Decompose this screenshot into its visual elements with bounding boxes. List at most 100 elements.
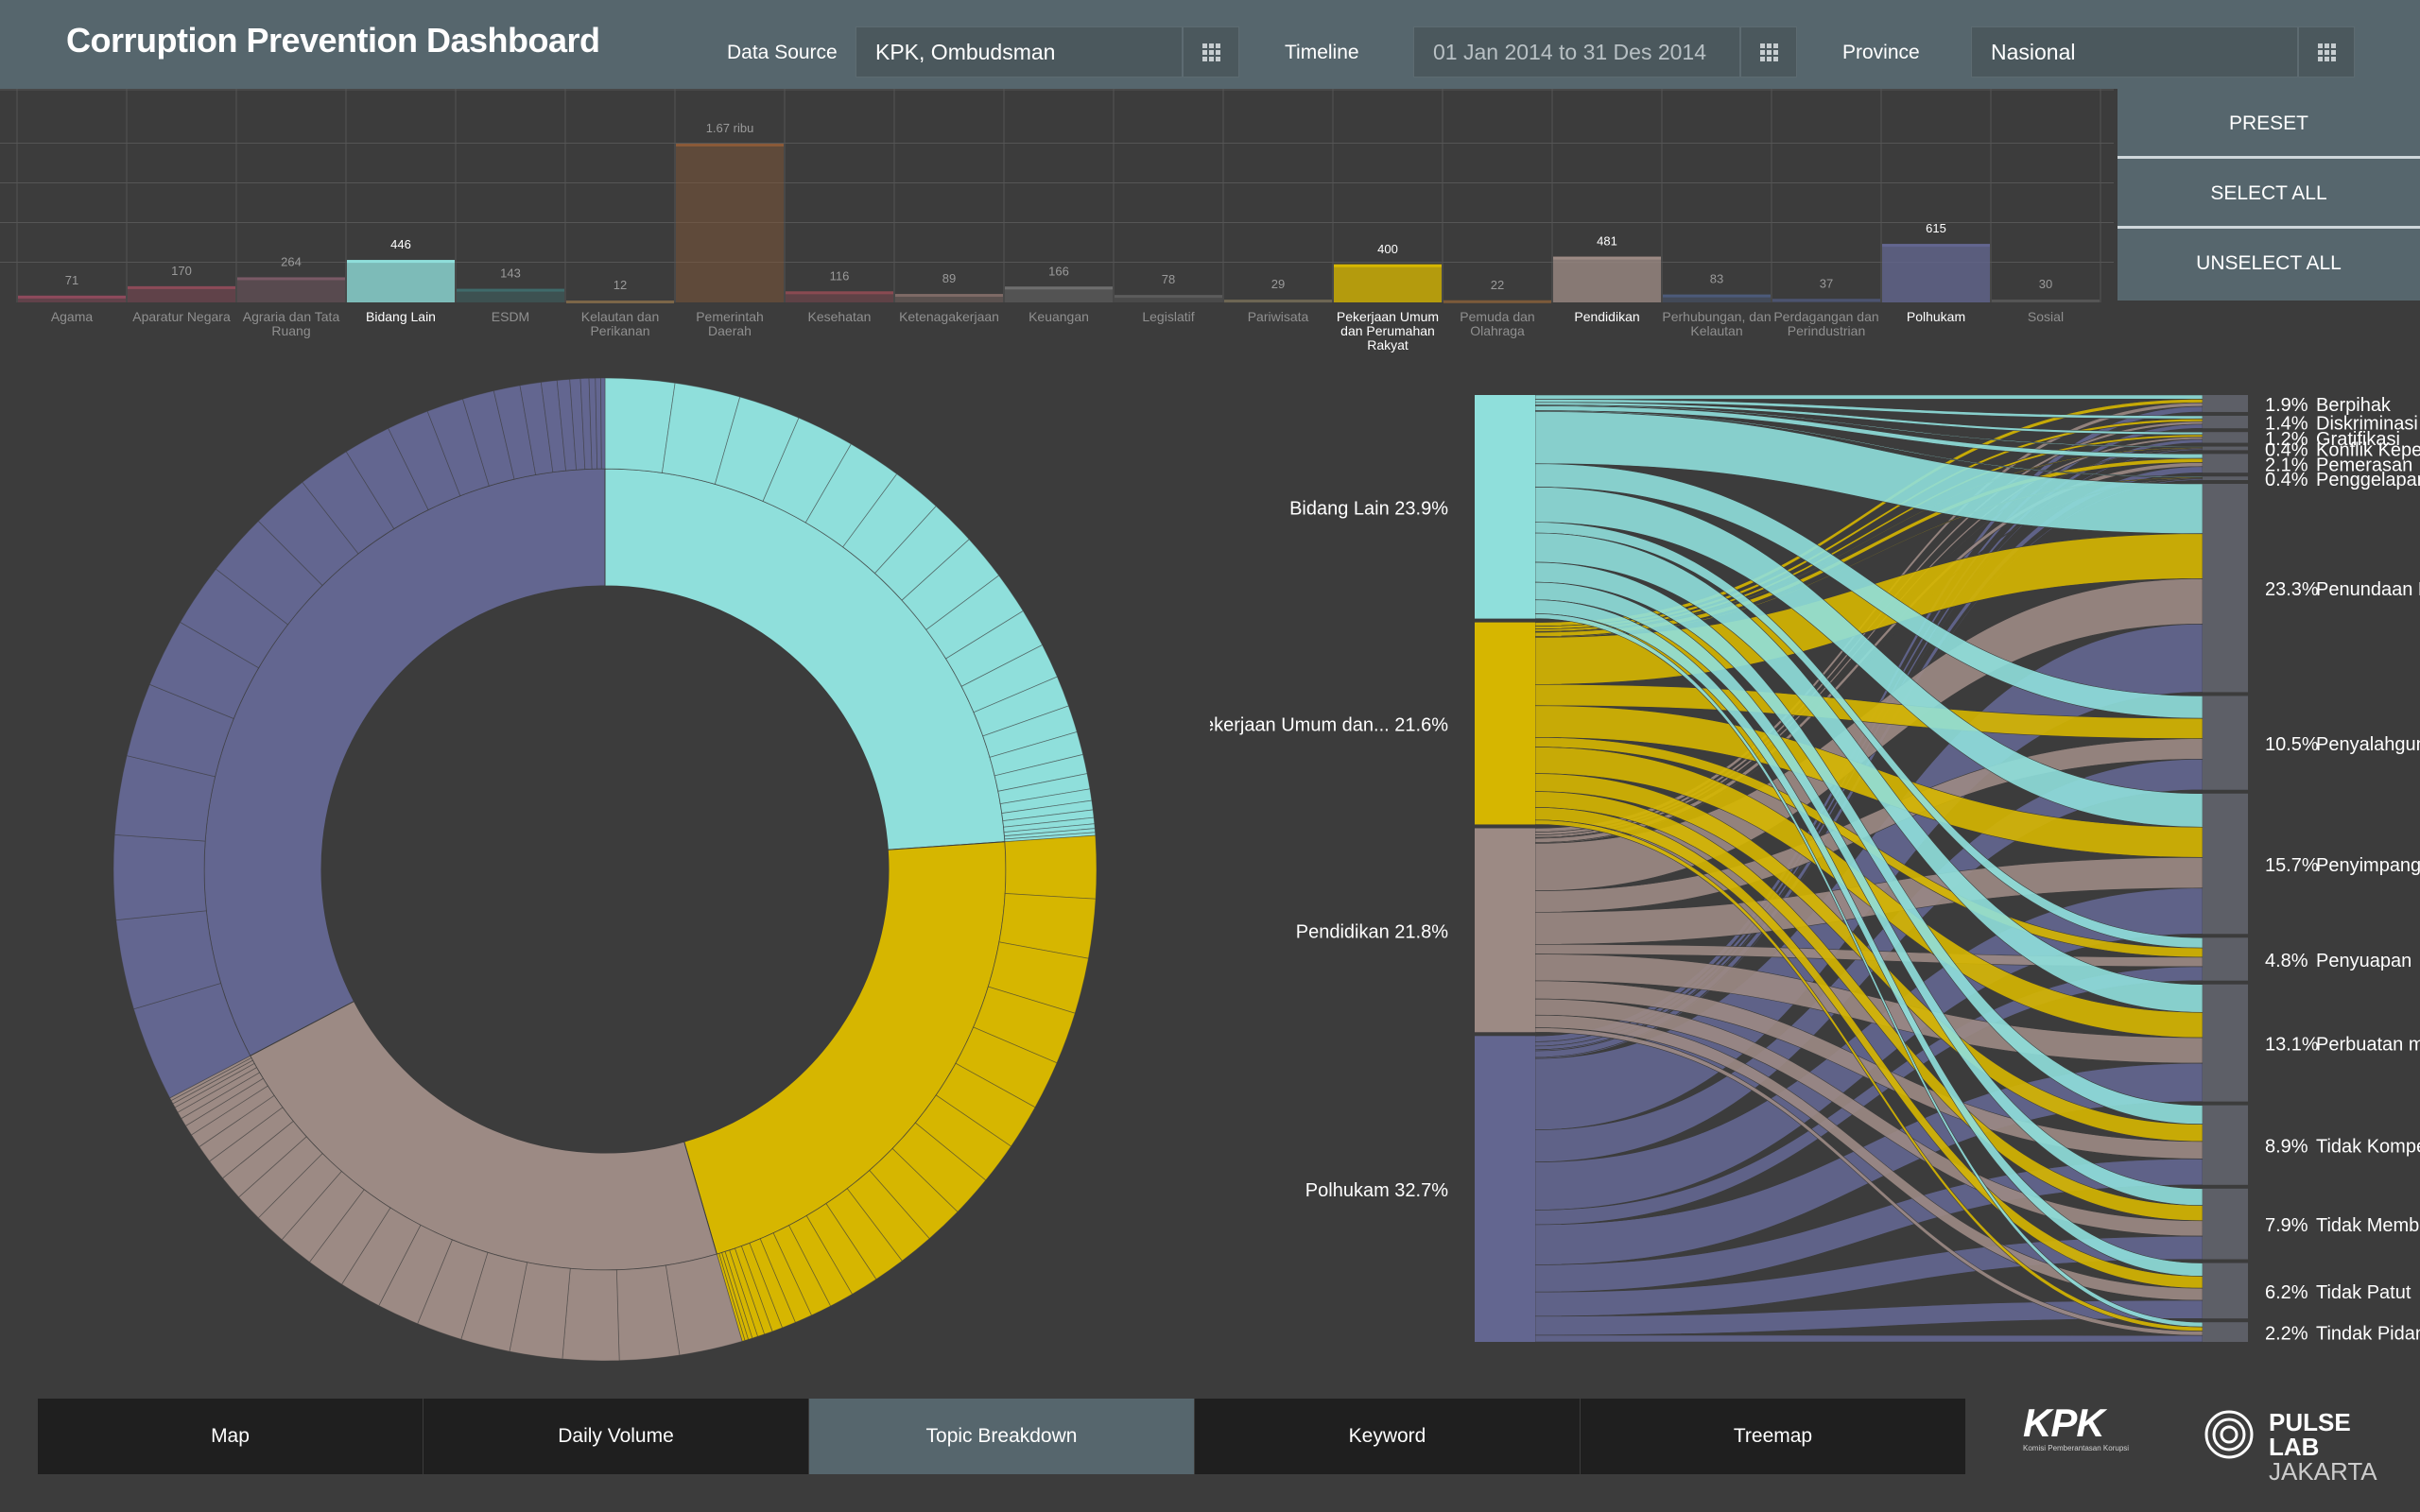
sankey-target-node[interactable]	[2203, 476, 2248, 481]
bar-category-label[interactable]: Ketenagakerjaan	[894, 310, 1004, 324]
sankey-target-label: Penyalahgunaan W...	[2316, 734, 2420, 755]
bar-category-label[interactable]: Perhubungan, dan Kelautan	[1662, 310, 1772, 338]
sankey-target-node[interactable]	[2203, 937, 2248, 981]
sankey-source-node-pekerjaan-umum-dan-perumahan-rakyat[interactable]	[1475, 622, 1535, 825]
bar-top-pendidikan	[1553, 256, 1661, 260]
select-all-button[interactable]: SELECT ALL	[2118, 159, 2420, 229]
bar-category-label[interactable]: ESDM	[456, 310, 565, 324]
bar-category-label[interactable]: Agama	[17, 310, 127, 324]
sankey-target-node[interactable]	[2203, 984, 2248, 1102]
bar-value-label: 30	[2039, 277, 2052, 291]
sankey-target-node[interactable]	[2203, 1322, 2248, 1342]
sankey-target-node[interactable]	[2203, 432, 2248, 443]
sankey-source-label: Polhukam 32.7%	[1305, 1180, 1448, 1201]
sankey-target-node[interactable]	[2203, 1188, 2248, 1260]
sankey-target-label: Penyimpangan Prose...	[2316, 855, 2420, 876]
bar-value-label: 400	[1377, 242, 1398, 256]
bar-category-label[interactable]: Kesehatan	[785, 310, 894, 324]
tab-topic-breakdown[interactable]: Topic Breakdown	[809, 1399, 1195, 1474]
sankey-target-node[interactable]	[2203, 1105, 2248, 1185]
bar-category-label[interactable]: Bidang Lain	[346, 310, 456, 324]
timeline-field[interactable]: 01 Jan 2014 to 31 Des 2014	[1413, 26, 1740, 77]
sankey-target-label: Tindak Pidana lain y...	[2316, 1324, 2420, 1345]
bar-value-label: 481	[1597, 234, 1617, 249]
bar-top-sosial	[1992, 299, 2100, 302]
sankey-source-node-bidang-lain[interactable]	[1475, 395, 1535, 619]
sankey-source-node-pendidikan[interactable]	[1475, 828, 1535, 1033]
sector-bar-chart[interactable]: 71 170 264 446 143 12 1.67 ribu 116 89 166 78 29 400…	[0, 89, 2114, 306]
bar-category-label[interactable]: Aparatur Negara	[127, 310, 236, 324]
bar-category-label[interactable]: Legislatif	[1114, 310, 1223, 324]
sankey-source-node-polhukam[interactable]	[1475, 1036, 1535, 1342]
tab-keyword[interactable]: Keyword	[1195, 1399, 1581, 1474]
bar-top-bidang-lain	[347, 260, 455, 264]
sankey-flow[interactable]	[1534, 394, 2204, 400]
page-title: Corruption Prevention Dashboard	[66, 21, 600, 60]
sankey-flow[interactable]	[1534, 1334, 2204, 1343]
bar-category-label[interactable]: Sosial	[1991, 310, 2100, 324]
bar-value-label: 71	[65, 273, 78, 287]
bar-top-perhubungan-dan-kelautan	[1663, 294, 1771, 298]
province-field[interactable]: Nasional	[1971, 26, 2298, 77]
bar-category-label[interactable]: Pemerintah Daerah	[675, 310, 785, 338]
sankey-target-pct: 4.8%	[2265, 951, 2308, 971]
bar-top-agama	[18, 295, 126, 299]
sankey-target-node[interactable]	[2203, 484, 2248, 693]
sankey-target-node[interactable]	[2203, 793, 2248, 935]
topic-sankey-chart[interactable]: Bidang Lain 23.9% Pekerjaan Umum dan... 2…	[1210, 378, 2420, 1361]
sankey-target-label: Penyuapan	[2316, 951, 2411, 971]
kpk-logo-subtitle: Komisi Pemberantasan Korupsi	[2023, 1444, 2130, 1452]
bar-category-label[interactable]: Pendidikan	[1552, 310, 1662, 324]
tab-map[interactable]: Map	[38, 1399, 424, 1474]
bar-top-pekerjaan-umum-dan-perumahan-rakyat	[1334, 264, 1442, 267]
tab-treemap[interactable]: Treemap	[1581, 1399, 1966, 1474]
bar-category-label[interactable]: Perdagangan dan Perindustrian	[1772, 310, 1881, 338]
bar-category-label[interactable]: Pekerjaan Umum dan Perumahan Rakyat	[1333, 310, 1443, 352]
bar-polhukam[interactable]	[1882, 244, 1990, 302]
bar-value-label: 1.67 ribu	[706, 121, 754, 135]
bar-category-label[interactable]: Keuangan	[1004, 310, 1114, 324]
kpk-logo: KPK Komisi Pemberantasan Korupsi	[2023, 1402, 2165, 1459]
bar-category-label[interactable]: Polhukam	[1881, 310, 1991, 324]
sankey-target-node[interactable]	[2203, 1263, 2248, 1319]
sankey-target-label: Penundaan Berlarut	[2316, 579, 2420, 600]
data-source-picker-button[interactable]	[1183, 26, 1239, 77]
sunburst-outer-slice[interactable]	[1004, 834, 1098, 900]
data-source-field[interactable]: KPK, Ombudsman	[856, 26, 1183, 77]
bar-top-agraria-dan-tata-ruang	[237, 277, 345, 281]
tab-daily-volume[interactable]: Daily Volume	[424, 1399, 809, 1474]
province-picker-button[interactable]	[2298, 26, 2355, 77]
pulse-lab-logo: PULSE LAB JAKARTA	[2203, 1408, 2392, 1484]
topic-sunburst-chart[interactable]	[95, 359, 1115, 1380]
sankey-target-label: Tidak Kompeten	[2316, 1137, 2420, 1158]
bar-pekerjaan-umum-dan-perumahan-rakyat[interactable]	[1334, 264, 1442, 302]
bar-value-label: 446	[390, 237, 411, 251]
bar-value-label: 615	[1926, 221, 1946, 235]
sankey-target-node[interactable]	[2203, 454, 2248, 473]
bar-category-label[interactable]: Pariwisata	[1223, 310, 1333, 324]
bar-category-label[interactable]: Agraria dan Tata Ruang	[236, 310, 346, 338]
bar-bidang-lain[interactable]	[347, 260, 455, 302]
sunburst-outer-slice[interactable]	[562, 1267, 620, 1362]
bar-pemerintah-daerah[interactable]	[676, 144, 784, 302]
bar-top-pemuda-dan-olahraga	[1443, 300, 1551, 303]
bar-agraria-dan-tata-ruang[interactable]	[237, 277, 345, 302]
sankey-target-pct: 6.2%	[2265, 1282, 2308, 1303]
unselect-all-button[interactable]: UNSELECT ALL	[2118, 229, 2420, 301]
sankey-target-label: Tidak Patut	[2316, 1282, 2411, 1303]
kpk-logo-text: KPK	[2023, 1400, 2105, 1445]
sunburst-outer-slice[interactable]	[600, 377, 606, 470]
sankey-target-node[interactable]	[2203, 415, 2248, 429]
bar-category-label[interactable]: Kelautan dan Perikanan	[565, 310, 675, 338]
pulse-logo-text: PULSE	[2269, 1408, 2351, 1436]
sunburst-outer-slice[interactable]	[112, 833, 207, 921]
bar-pendidikan[interactable]	[1553, 256, 1661, 302]
bar-top-perdagangan-dan-perindustrian	[1772, 299, 1880, 302]
sankey-target-label: Perbuatan melawan ...	[2316, 1035, 2420, 1056]
sankey-target-node[interactable]	[2203, 446, 2248, 451]
sankey-target-node[interactable]	[2203, 395, 2248, 412]
timeline-picker-button[interactable]	[1740, 26, 1797, 77]
sankey-target-node[interactable]	[2203, 696, 2248, 790]
preset-button[interactable]: PRESET	[2118, 89, 2420, 159]
bar-category-label[interactable]: Pemuda dan Olahraga	[1443, 310, 1552, 338]
